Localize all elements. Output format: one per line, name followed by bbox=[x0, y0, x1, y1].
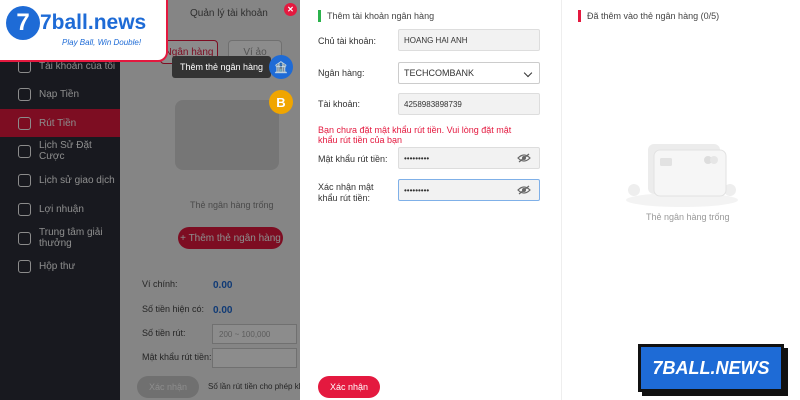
empty-card-illustration bbox=[626, 144, 738, 207]
confirm-button[interactable]: Xác nhận bbox=[318, 376, 380, 398]
confirm-password-field[interactable]: ••••••••• bbox=[398, 179, 540, 201]
password-field[interactable]: ••••••••• bbox=[398, 147, 540, 169]
bitcoin-icon[interactable]: B bbox=[269, 90, 293, 114]
logo-text: 7ball.news bbox=[40, 11, 147, 34]
chevron-down-icon bbox=[523, 68, 533, 78]
saved-cards-count: (0/5) bbox=[700, 11, 720, 21]
hide-confirm-password-icon[interactable] bbox=[517, 185, 531, 195]
bank-icon[interactable]: 🏦 bbox=[269, 55, 293, 79]
password-label: Mật khẩu rút tiền: bbox=[318, 154, 388, 164]
watermark: 7BALL.NEWS bbox=[638, 344, 784, 392]
bank-select[interactable]: TECHCOMBANK bbox=[398, 62, 540, 84]
confirm-password-value: ••••••••• bbox=[404, 185, 430, 195]
account-label: Tài khoản: bbox=[318, 99, 361, 109]
site-logo[interactable]: 7 7ball.news Play Ball, Win Double! bbox=[0, 0, 168, 62]
close-icon[interactable]: ✕ bbox=[284, 3, 297, 16]
panel-divider bbox=[561, 0, 562, 400]
bank-label: Ngân hàng: bbox=[318, 68, 365, 78]
bank-value: TECHCOMBANK bbox=[404, 68, 475, 78]
form-header: Thêm tài khoản ngân hàng bbox=[318, 10, 434, 22]
saved-cards-header: Đã thêm vào thẻ ngân hàng (0/5) bbox=[578, 10, 719, 22]
password-warning: Bạn chưa đặt mật khẩu rút tiền. Vui lòng… bbox=[318, 125, 512, 145]
saved-cards-empty-text: Thẻ ngân hàng trống bbox=[646, 212, 730, 222]
password-value: ••••••••• bbox=[404, 153, 430, 163]
hide-password-icon[interactable] bbox=[517, 153, 531, 163]
holder-value: HOANG HAI ANH bbox=[404, 35, 468, 45]
holder-label: Chủ tài khoản: bbox=[318, 36, 377, 46]
logo-badge-icon: 7 bbox=[6, 6, 40, 40]
saved-cards-title: Đã thêm vào thẻ ngân hàng bbox=[587, 11, 699, 21]
holder-field[interactable]: HOANG HAI ANH bbox=[398, 29, 540, 51]
logo-slogan: Play Ball, Win Double! bbox=[62, 38, 142, 47]
account-value: 4258983898739 bbox=[404, 99, 462, 109]
add-bank-card-tooltip: Thêm thẻ ngân hàng bbox=[172, 56, 272, 78]
account-field[interactable]: 4258983898739 bbox=[398, 93, 540, 115]
confirm-password-label: Xác nhận mật khẩu rút tiền: bbox=[318, 182, 374, 203]
